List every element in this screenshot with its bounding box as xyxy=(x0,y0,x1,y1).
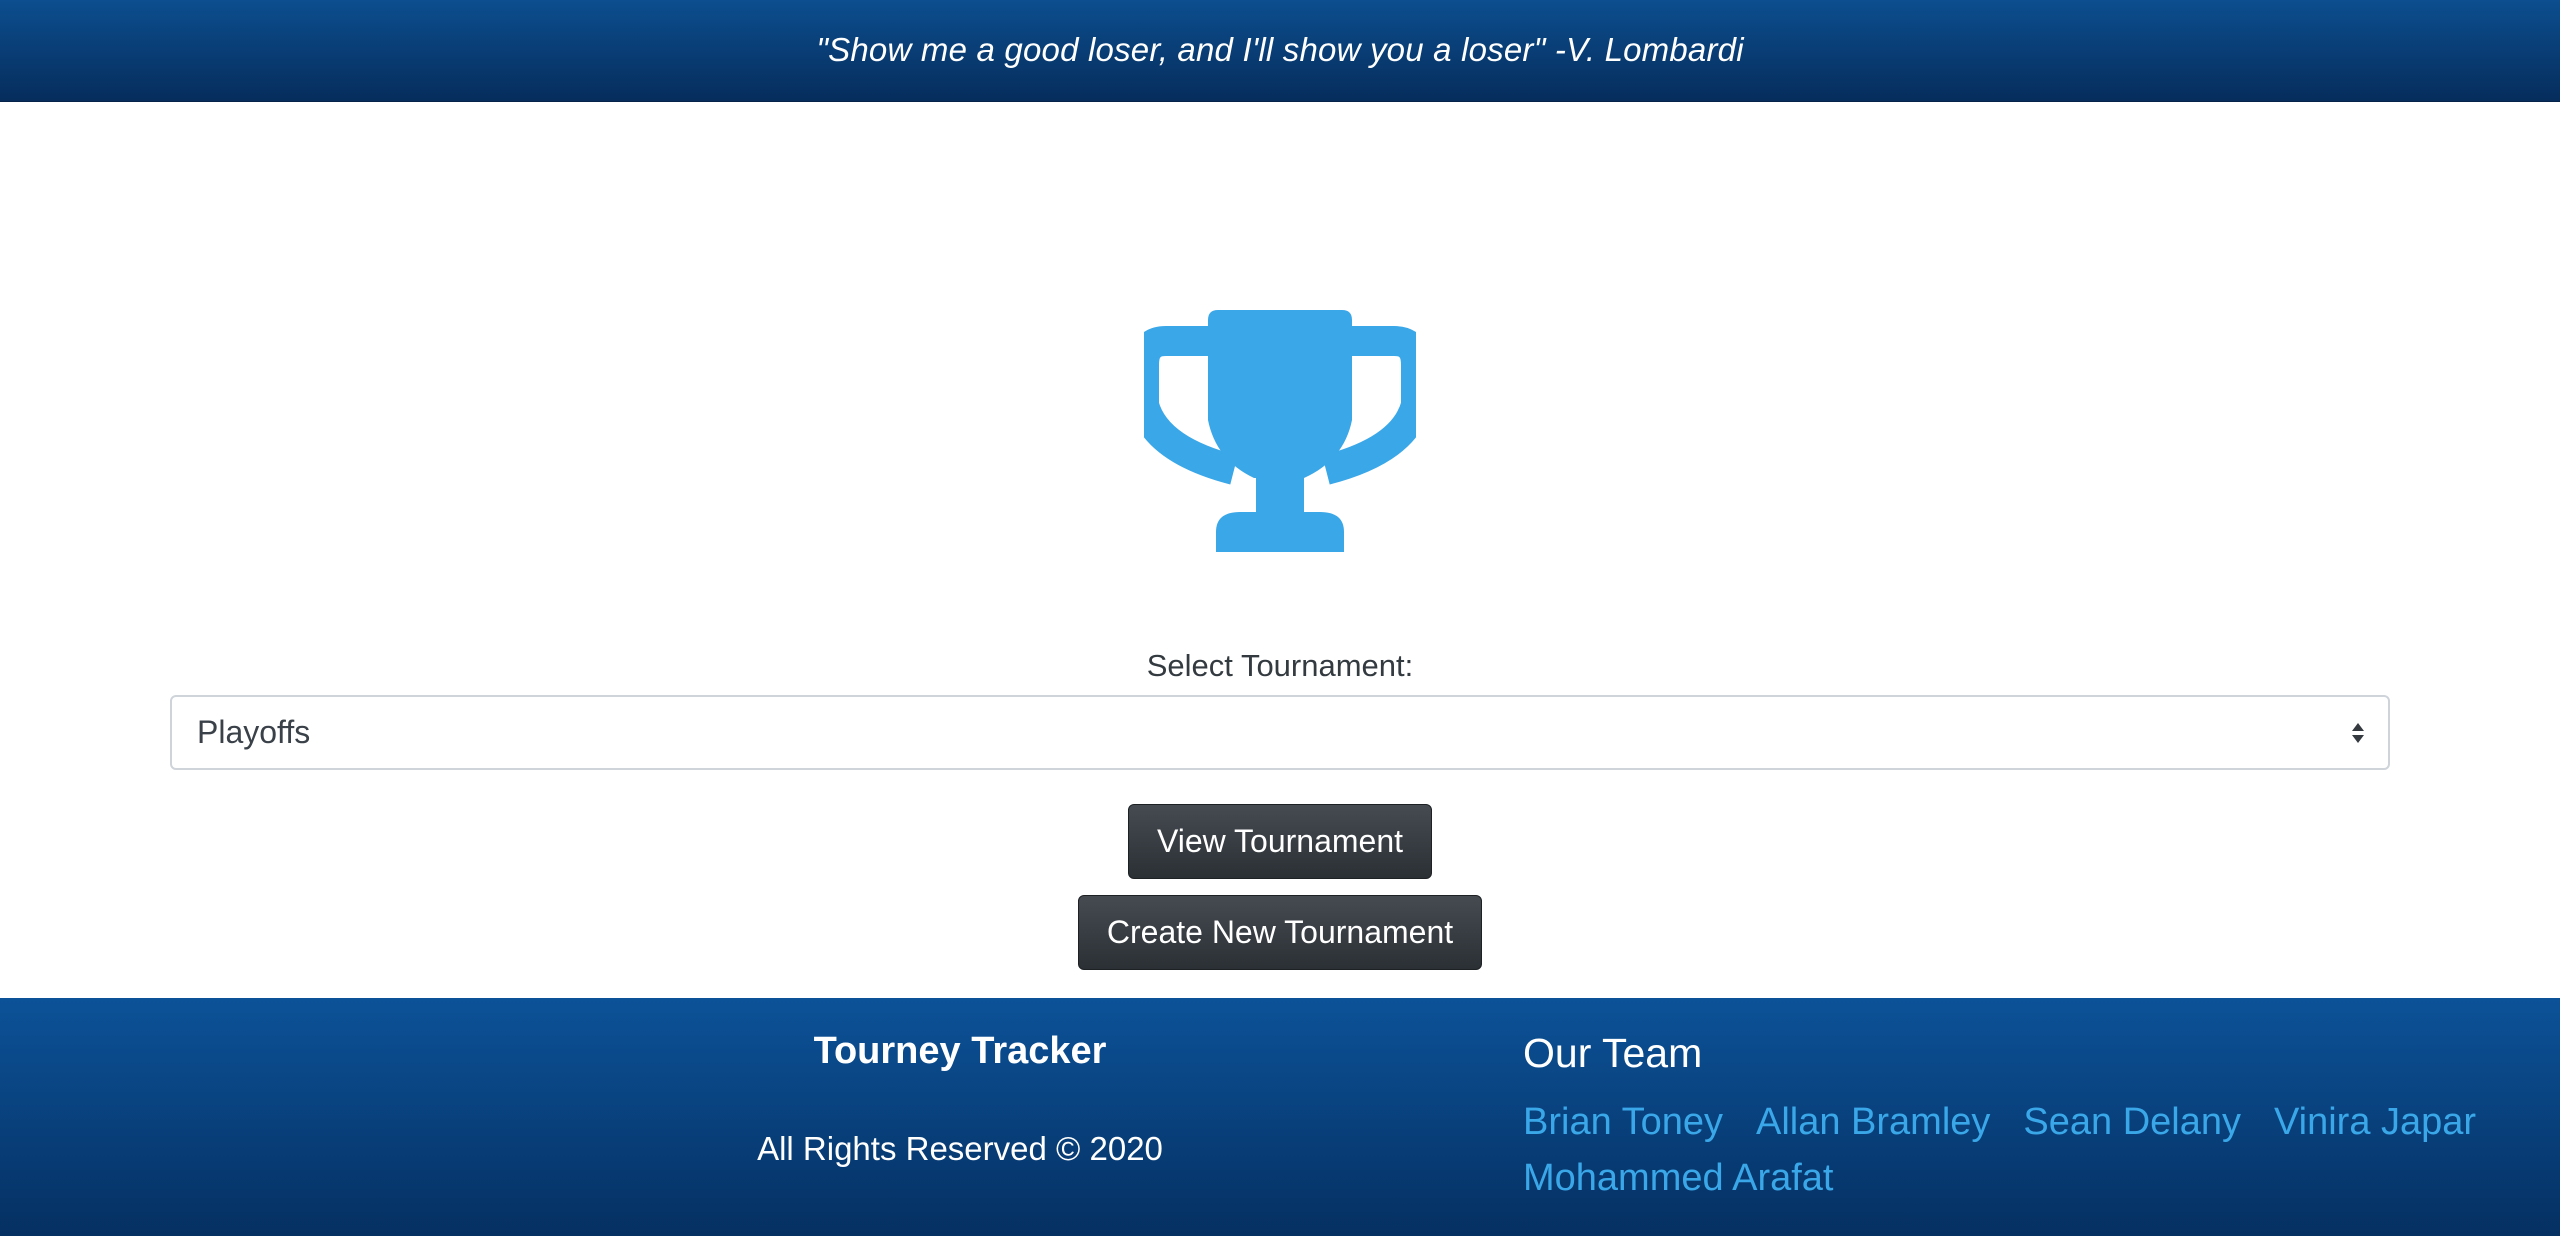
quote-text: "Show me a good loser, and I'll show you… xyxy=(816,31,1744,68)
select-tournament-label: Select Tournament: xyxy=(1146,648,1414,683)
footer-rights: All Rights Reserved © 2020 xyxy=(757,1130,1163,1167)
top-quote-bar: "Show me a good loser, and I'll show you… xyxy=(0,0,2560,102)
sort-arrows-icon xyxy=(2352,722,2364,743)
view-tournament-button[interactable]: View Tournament xyxy=(1128,804,1432,879)
team-list: Brian Toney Allan Bramley Sean Delany Vi… xyxy=(1523,1098,2523,1202)
team-title: Our Team xyxy=(1523,1030,1703,1076)
team-member-link[interactable]: Allan Bramley xyxy=(1756,1098,1990,1146)
create-tournament-button[interactable]: Create New Tournament xyxy=(1078,895,1482,970)
team-member-link[interactable]: Brian Toney xyxy=(1523,1098,1723,1146)
team-member-link[interactable]: Mohammed Arafat xyxy=(1523,1154,1833,1202)
footer-brand: Tourney Tracker xyxy=(813,1030,1107,1072)
tournament-select-value: Playoffs xyxy=(197,714,311,750)
tournament-select[interactable]: Playoffs xyxy=(170,695,2390,770)
trophy-icon xyxy=(1144,310,1416,552)
team-member-link[interactable]: Sean Delany xyxy=(2023,1098,2241,1146)
team-member-link[interactable]: Vinira Japar xyxy=(2274,1098,2476,1146)
